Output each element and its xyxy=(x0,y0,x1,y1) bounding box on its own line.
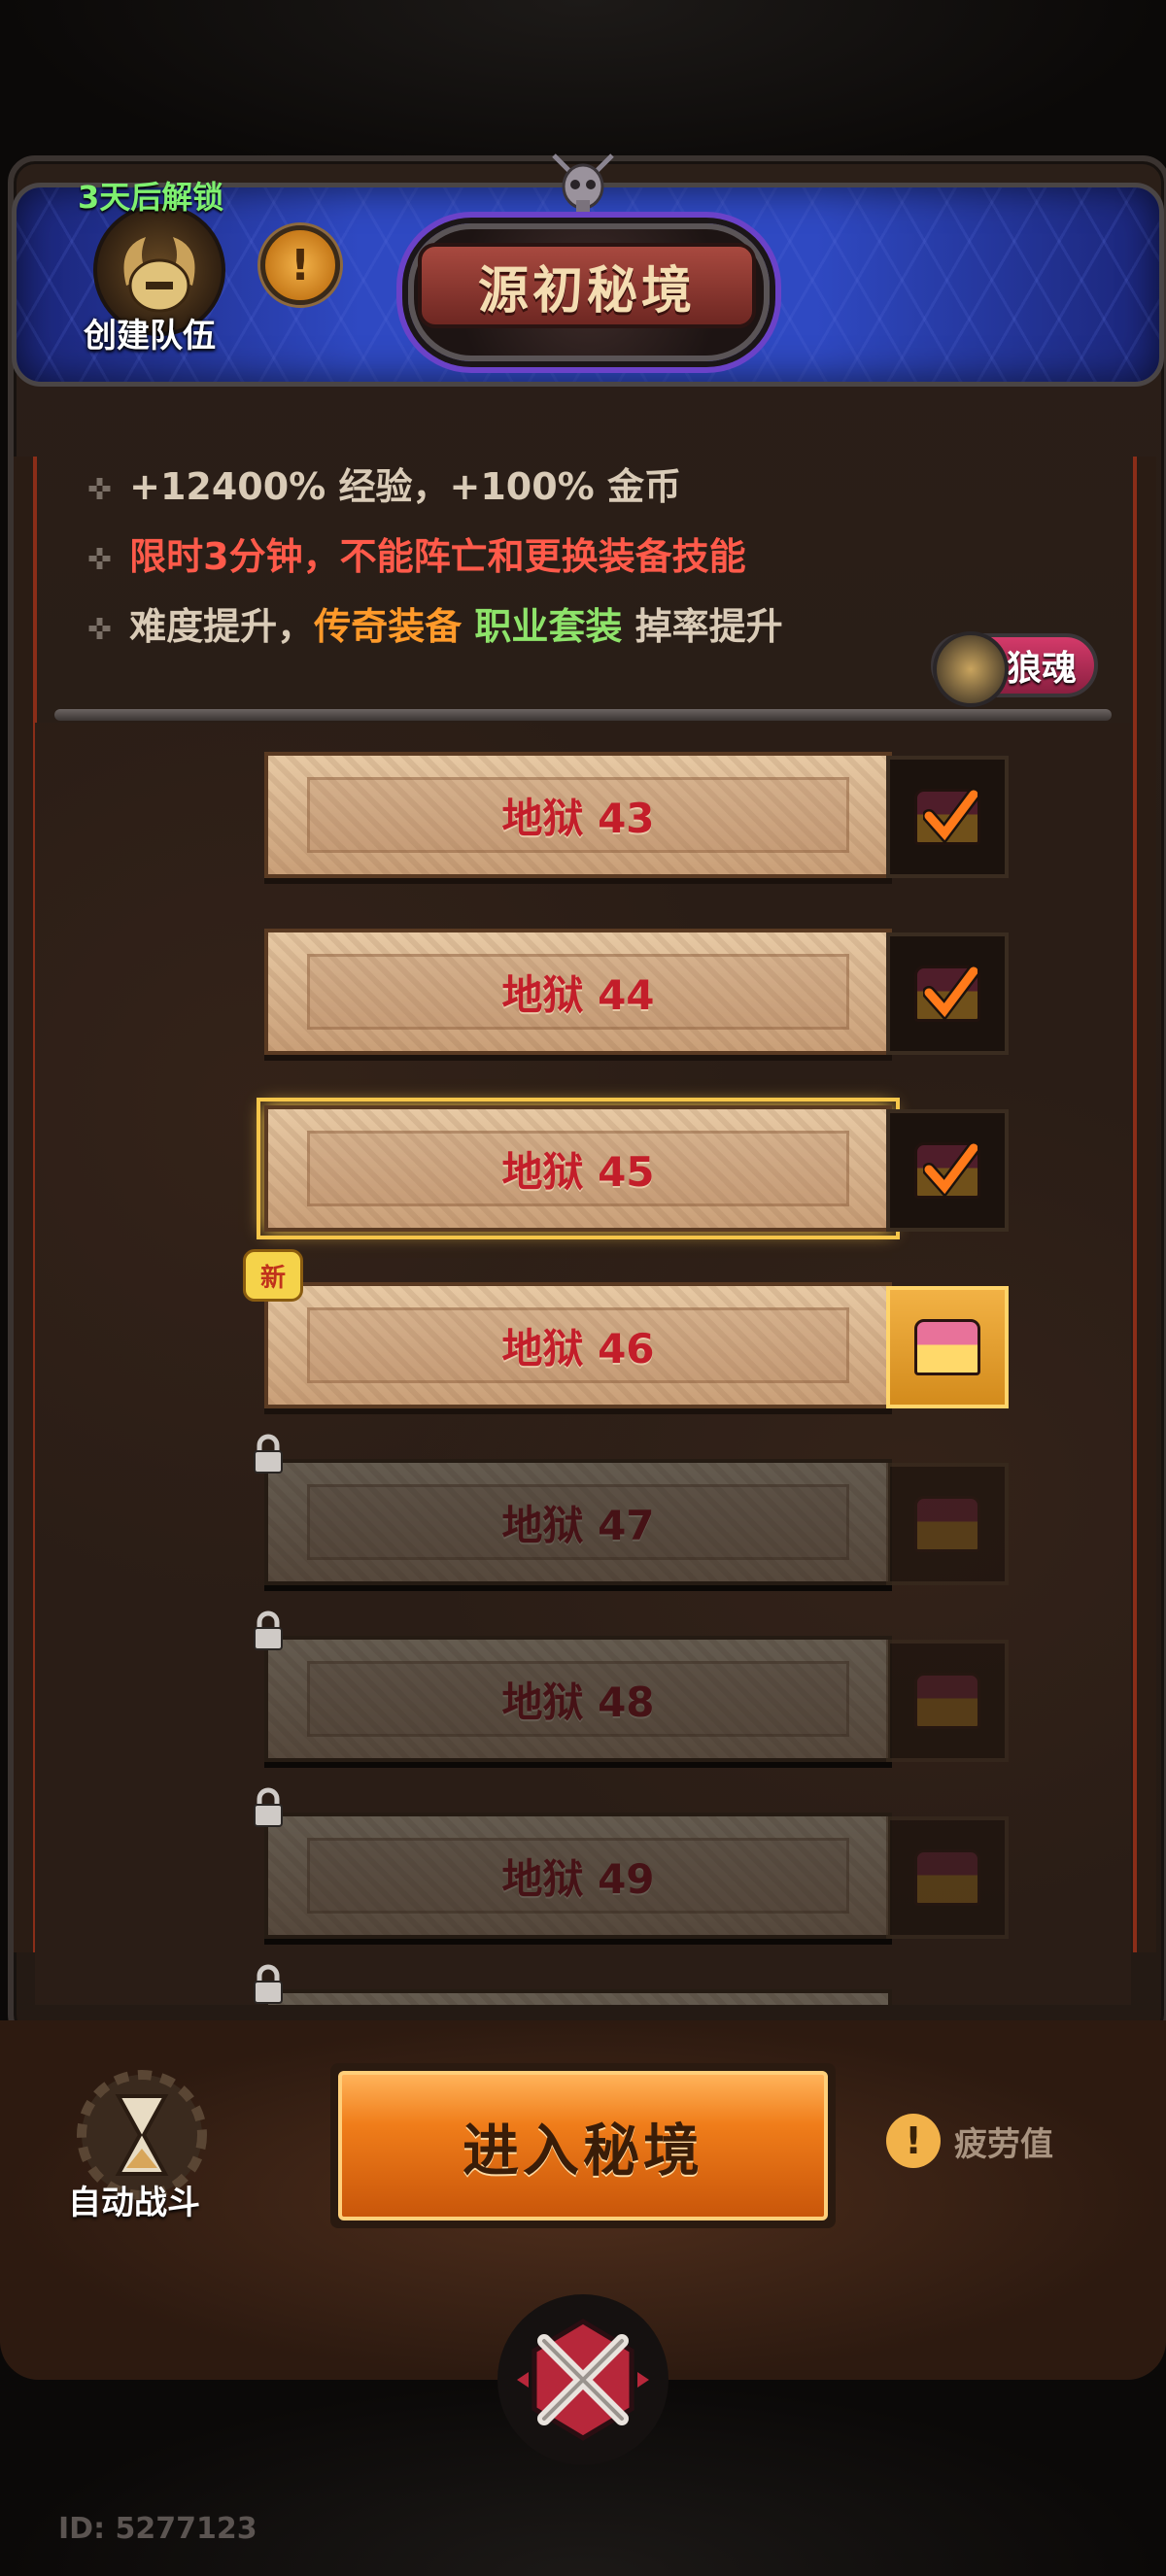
reward-box-locked xyxy=(886,1640,1009,1762)
reward-box-claimable[interactable] xyxy=(886,1286,1009,1408)
class-set-text: 职业套装 xyxy=(474,605,623,648)
title-frame: 源初秘境 xyxy=(418,243,756,328)
skull-emblem-icon xyxy=(552,153,614,214)
crossed-swords-close-icon[interactable] xyxy=(496,2292,670,2467)
level-label: 地狱 46 xyxy=(501,1324,655,1373)
level-button-48[interactable]: 地狱 48 xyxy=(264,1636,892,1762)
enter-dungeon-label: 进入秘境 xyxy=(338,2071,828,2220)
rule-text-prefix: 难度提升， xyxy=(129,605,315,648)
level-button-47[interactable]: 地狱 47 xyxy=(264,1459,892,1585)
rule-text: +12400% 经验，+100% 金币 xyxy=(129,465,681,508)
level-row-44: 地狱 44 xyxy=(35,929,1131,1065)
page-title: 源初秘境 xyxy=(477,261,696,321)
wolf-soul-label: 狼魂 xyxy=(1006,649,1077,689)
level-button-49[interactable]: 地狱 49 xyxy=(264,1813,892,1939)
user-id: ID: 5277123 xyxy=(58,2512,257,2546)
bullet-icon: ✜ xyxy=(87,613,113,647)
treasure-chest-icon xyxy=(914,1849,980,1906)
padlock-icon xyxy=(254,1610,283,1650)
level-label: 地狱 45 xyxy=(501,1147,655,1196)
fatigue-label[interactable]: 疲劳值 xyxy=(954,2118,1053,2165)
list-divider xyxy=(54,709,1112,721)
reward-box-locked xyxy=(886,1816,1009,1939)
level-button-45[interactable]: 地狱 45 xyxy=(257,1098,900,1239)
right-rail xyxy=(1133,457,1156,1952)
rule-drop-rate: ✜ 难度提升，传奇装备 职业套装 掉率提升 xyxy=(87,596,783,650)
create-team-label: 创建队伍 xyxy=(84,317,216,356)
level-row-48: 地狱 48 xyxy=(35,1610,1131,1772)
rule-reward-bonus: ✜ +12400% 经验，+100% 金币 xyxy=(87,457,681,510)
level-row-49: 地狱 49 xyxy=(35,1787,1131,1949)
level-button-46[interactable]: 地狱 46 xyxy=(264,1282,892,1408)
treasure-chest-icon xyxy=(914,1319,980,1375)
treasure-chest-icon xyxy=(914,1496,980,1552)
rule-text: 限时3分钟，不能阵亡和更换装备技能 xyxy=(129,535,746,578)
level-label: 地狱 48 xyxy=(501,1678,655,1726)
reward-box-claimed[interactable] xyxy=(886,932,1009,1055)
padlock-icon xyxy=(254,1964,283,2004)
level-list[interactable]: 地狱 43 地狱 44 地狱 45 地狱 46 新 地狱 47 地狱 48 地狱… xyxy=(35,723,1131,2005)
level-label: 地狱 44 xyxy=(501,970,655,1019)
reward-box-claimed[interactable] xyxy=(886,756,1009,878)
check-mark-icon xyxy=(923,965,977,1022)
padlock-icon xyxy=(254,1787,283,1827)
auto-battle-label: 自动战斗 xyxy=(68,2184,200,2222)
rule-time-limit: ✜ 限时3分钟，不能阵亡和更换装备技能 xyxy=(87,526,746,580)
treasure-chest-icon xyxy=(914,1673,980,1729)
enter-dungeon-button[interactable]: 进入秘境 xyxy=(330,2063,836,2228)
level-label: 地狱 47 xyxy=(501,1501,655,1549)
wolf-head-icon xyxy=(933,631,1009,707)
level-button-44[interactable]: 地狱 44 xyxy=(264,929,892,1055)
level-button-next[interactable] xyxy=(264,1989,892,2005)
level-row-45: 地狱 45 xyxy=(35,1098,1131,1241)
fatigue-info-icon[interactable]: ! xyxy=(886,2114,941,2168)
rule-text-suffix: 掉率提升 xyxy=(634,605,783,648)
level-row-43: 地狱 43 xyxy=(35,752,1131,888)
level-label: 地狱 49 xyxy=(501,1854,655,1903)
bullet-icon: ✜ xyxy=(87,473,113,507)
left-rail xyxy=(14,457,37,1952)
level-button-43[interactable]: 地狱 43 xyxy=(264,752,892,878)
new-badge: 新 xyxy=(243,1249,303,1302)
reward-box-claimed[interactable] xyxy=(886,1109,1009,1232)
check-mark-icon xyxy=(923,1141,977,1199)
level-label: 地狱 43 xyxy=(501,794,655,842)
team-unlock-countdown: 3天后解锁 xyxy=(78,179,224,216)
legendary-gear-text: 传奇装备 xyxy=(314,605,463,648)
level-row-46: 地狱 46 新 xyxy=(35,1249,1131,1418)
info-icon[interactable]: ! xyxy=(260,225,340,305)
level-row-next xyxy=(35,1964,1131,2005)
bullet-icon: ✜ xyxy=(87,543,113,577)
padlock-icon xyxy=(254,1434,283,1474)
level-row-47: 地狱 47 xyxy=(35,1434,1131,1595)
reward-box-locked xyxy=(886,1463,1009,1585)
check-mark-icon xyxy=(923,788,977,845)
